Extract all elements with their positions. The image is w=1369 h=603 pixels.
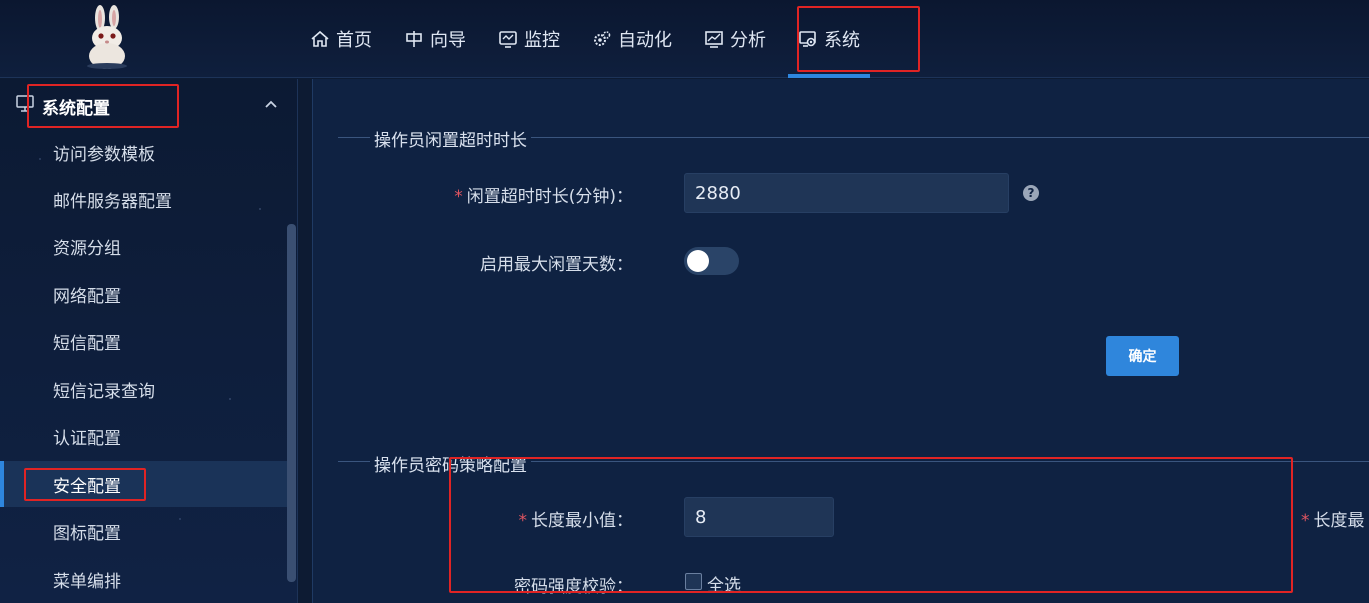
system-settings-icon [799,31,816,47]
sidebar-item-label: 认证配置 [53,428,121,449]
nav-system-label: 系统 [824,30,860,51]
help-icon[interactable]: ? [1023,185,1039,201]
nav-guide-label: 向导 [430,30,466,51]
nav-home-label: 首页 [336,30,372,51]
nav-system[interactable]: 系统 [788,0,870,78]
nav-automation-label: 自动化 [618,30,672,51]
sidebar-item-security-config[interactable]: 安全配置 [0,461,288,507]
required-mark: * [1301,511,1310,531]
sidebar-item-label: 短信记录查询 [53,381,155,402]
sidebar-item-sms-config[interactable]: 短信配置 [0,318,288,364]
top-navbar: 首页 向导 监控 自动化 分析 系统 [0,0,1369,78]
sidebar-group-system-config[interactable]: 系统配置 [0,87,298,123]
monitor-icon [499,31,517,48]
section-title-idle: 操作员闲置超时时长 [370,126,531,151]
required-mark: * [518,511,528,531]
select-all-checkbox[interactable] [685,573,702,590]
nav-monitor[interactable]: 监控 [488,0,570,78]
nav-analysis[interactable]: 分析 [694,0,776,78]
chart-monitor-icon [705,31,723,48]
idle-timeout-input[interactable]: 2880 [684,173,1009,213]
sidebar-item-network-config[interactable]: 网络配置 [0,271,288,317]
sidebar-item-icon-config[interactable]: 图标配置 [0,508,288,554]
required-mark: * [454,187,463,207]
strength-check-label: 密码强度校验： [514,577,633,597]
select-all-label[interactable]: 全选 [707,571,741,596]
nav-automation[interactable]: 自动化 [582,0,682,78]
home-icon [311,30,329,47]
nav-monitor-label: 监控 [524,30,560,51]
sidebar-item-label: 邮件服务器配置 [53,191,172,212]
sidebar-item-mail-server[interactable]: 邮件服务器配置 [0,176,288,222]
computer-icon [16,95,34,112]
sidebar-item-label: 短信配置 [53,333,121,354]
sidebar-item-auth-config[interactable]: 认证配置 [0,413,288,459]
sidebar-item-access-template[interactable]: 访问参数模板 [0,129,288,175]
sidebar-item-label: 网络配置 [53,286,121,307]
min-length-input[interactable]: 8 [684,497,834,537]
confirm-button[interactable]: 确定 [1106,336,1179,376]
sidebar-group-title: 系统配置 [42,99,110,119]
section-title-password: 操作员密码策略配置 [370,451,531,476]
sidebar-item-menu-arrange[interactable]: 菜单编排 [0,556,288,602]
max-length-label: * 长度最 [1301,511,1365,531]
sidebar-item-label: 菜单编排 [53,571,121,592]
nav-home[interactable]: 首页 [300,0,382,78]
nav-analysis-label: 分析 [730,30,766,51]
sidebar: 系统配置 访问参数模板 邮件服务器配置 资源分组 网络配置 短信配置 短信记录查… [0,79,298,603]
gears-icon [594,31,611,46]
sidebar-scrollbar[interactable] [287,224,296,582]
chevron-up-icon[interactable] [264,97,278,111]
nav-guide[interactable]: 向导 [394,0,476,78]
sidebar-item-label: 资源分组 [53,238,121,259]
max-idle-days-label: 启用最大闲置天数： [480,255,633,275]
sidebar-item-label: 图标配置 [53,523,121,544]
rabbit-logo-icon [87,5,127,69]
sidebar-item-label: 安全配置 [53,476,121,497]
guide-icon [406,31,422,47]
max-idle-days-toggle[interactable] [684,247,739,275]
min-length-label: * 长度最小值： [518,511,634,531]
sidebar-item-resource-group[interactable]: 资源分组 [0,223,288,269]
main-content: 操作员闲置超时时长 * 闲置超时时长(分钟)： 2880 ? 启用最大闲置天数： … [312,79,1369,603]
main-nav: 首页 向导 监控 自动化 分析 系统 [300,0,882,78]
toggle-knob [687,250,709,272]
sidebar-item-sms-records[interactable]: 短信记录查询 [0,366,288,412]
sidebar-item-label: 访问参数模板 [53,144,155,165]
idle-timeout-label: * 闲置超时时长(分钟)： [454,187,633,207]
